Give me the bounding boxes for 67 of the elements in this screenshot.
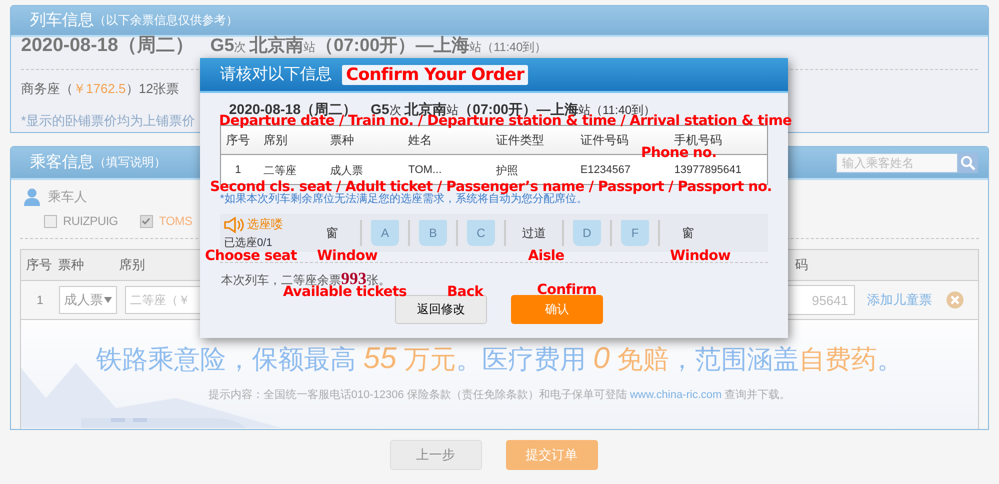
train-date: 2020-08-18（周二） <box>21 36 194 55</box>
train-route: G5次 北京南站（07:00开）—上海站（11:40到） <box>210 36 547 57</box>
seat-button[interactable]: C <box>467 220 495 246</box>
seat-button[interactable]: D <box>573 220 601 246</box>
annotation-label: Window <box>670 248 730 264</box>
delete-icon[interactable] <box>946 291 964 309</box>
column-header: 席别 <box>262 132 288 148</box>
ticket-type-select[interactable]: 成人票 <box>59 286 117 314</box>
column-header: 序号 <box>26 256 52 274</box>
dialog-title: 请核对以下信息 <box>220 64 332 85</box>
annotation-label: Confirm <box>537 282 596 298</box>
previous-step-button[interactable]: 上一步 <box>390 440 482 470</box>
choose-seat-label: 选座喽 <box>247 216 283 233</box>
search-button[interactable] <box>958 152 978 172</box>
annotation-label: Window <box>317 248 378 264</box>
caret-icon <box>104 297 112 303</box>
column-header: 证件类型 <box>495 132 546 148</box>
panel-subtitle: （填写说明） <box>94 154 166 171</box>
column-header: 姓名 <box>407 132 434 148</box>
table-cell-text: 1 <box>234 164 242 176</box>
column-header: 序号 <box>225 132 251 148</box>
table-cell-text: 二等座 <box>262 164 298 178</box>
search-icon <box>960 154 976 170</box>
back-button[interactable]: 返回修改 <box>395 295 487 324</box>
annotation-label: Aisle <box>528 248 564 264</box>
column-header: 票种 <box>58 256 84 274</box>
seat-button[interactable]: F <box>621 220 649 246</box>
table-cell-text: TOM... <box>407 164 443 176</box>
seat-count: 已选座0/1 <box>224 236 274 249</box>
table-cell-text: 13977895641 <box>673 164 743 176</box>
annotation-label: Choose seat <box>205 248 297 264</box>
price-note: *显示的卧铺票价均为上铺票价 <box>21 112 196 130</box>
column-header: 席别 <box>119 256 145 274</box>
column-header: 手机号码 <box>674 132 724 146</box>
seat-position-label: 过道 <box>521 224 547 242</box>
panel-title: 列车信息 <box>30 10 94 31</box>
annotation-label: Confirm Your Order <box>342 64 528 84</box>
add-child-ticket-link[interactable]: 添加儿童票 <box>867 291 932 309</box>
passenger-name: RUIZPUIG <box>63 214 118 228</box>
insurance-hint: 提示内容：全国统一客服电话010-12306 保险条款（责任免除条款）和电子保单可登陆 www.china-ric.com 查询并下载。 <box>207 388 792 402</box>
seat-position-label: 窗 <box>681 224 695 242</box>
insurance-link[interactable]: www.china-ric.com <box>630 389 722 401</box>
riders-label: 乘车人 <box>48 188 87 206</box>
column-header: 证件号码 <box>579 132 630 148</box>
row-number: 1 <box>36 293 44 307</box>
passenger-name: TOMS <box>158 214 192 228</box>
person-icon <box>24 188 40 206</box>
table-cell-text: 成人票 <box>328 164 364 178</box>
checkbox[interactable] <box>140 214 153 228</box>
panel-title: 乘客信息 <box>30 152 94 173</box>
seat-note: *如果本次列车剩余席位无法满足您的选座需求，系统将自动为您分配席位。 <box>220 192 588 206</box>
seat-position-label: 窗 <box>325 224 339 242</box>
table-cell-text: 护照 <box>495 164 520 178</box>
column-header: 票种 <box>328 132 355 148</box>
insurance-slogan: 铁路乘意险，保额最高 55 万元。医疗费用 0 免赔，范围涵盖自费药。 <box>95 341 904 377</box>
checkbox[interactable] <box>44 214 57 228</box>
seat-price-text: 商务座（￥1762.5）12张票 <box>21 80 180 98</box>
panel-subtitle: （以下余票信息仅供参考） <box>94 12 238 29</box>
column-header: 码 <box>795 256 808 274</box>
table-cell-text: E1234567 <box>579 164 632 176</box>
seat-button[interactable]: A <box>371 220 399 246</box>
speaker-icon <box>224 216 244 232</box>
seat-button[interactable]: B <box>419 220 447 246</box>
submit-order-button[interactable]: 提交订单 <box>506 440 598 470</box>
annotation-label: Phone no. <box>641 145 716 161</box>
search-field[interactable]: 输入乘客姓名 <box>836 152 958 172</box>
confirm-button[interactable]: 确认 <box>511 295 603 324</box>
